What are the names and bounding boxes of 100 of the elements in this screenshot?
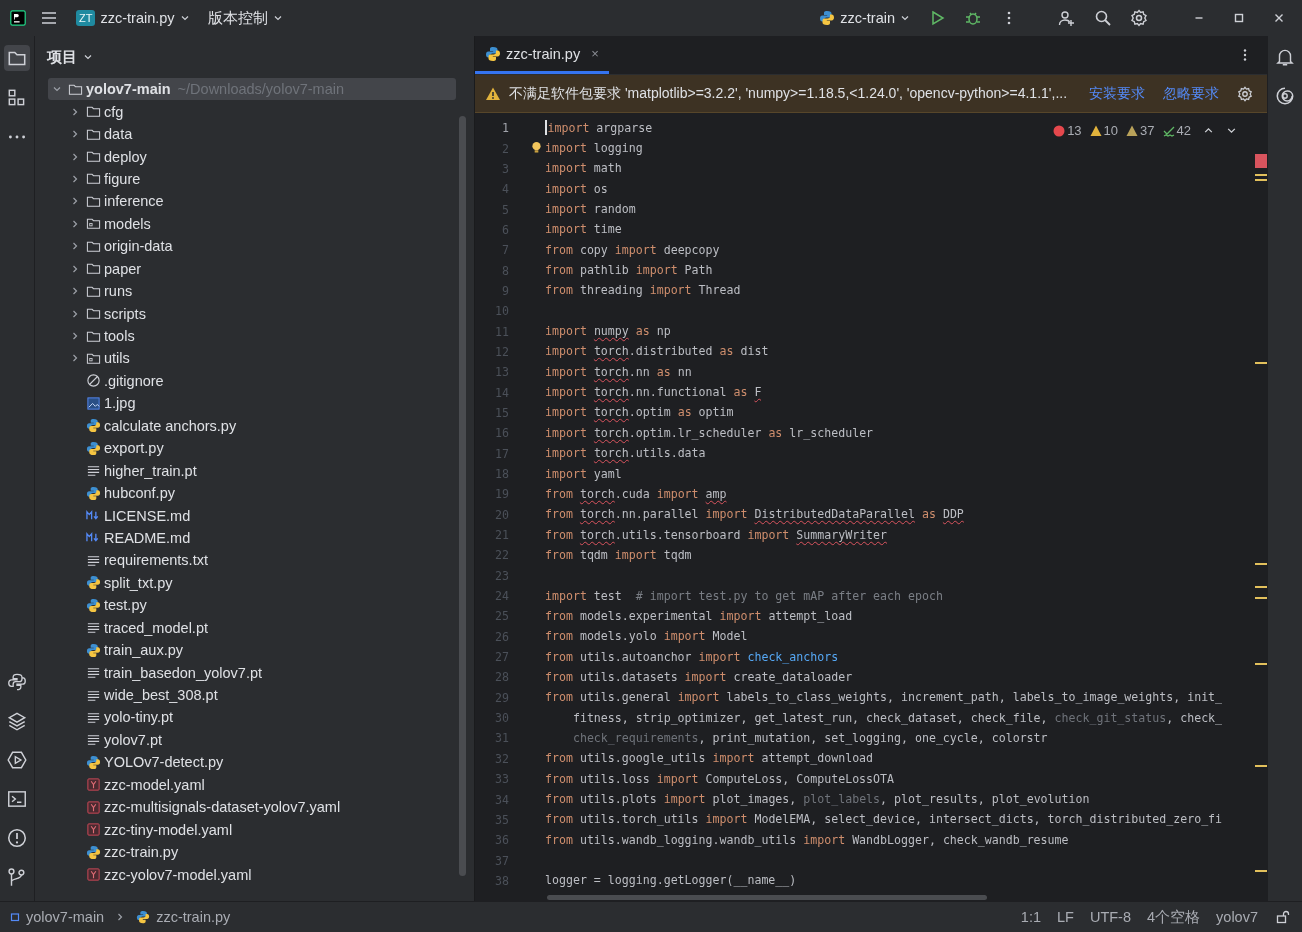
inspection-count[interactable]: 37	[1126, 123, 1155, 138]
tree-item[interactable]: paper	[48, 257, 456, 280]
tree-item[interactable]: cfg	[48, 100, 456, 123]
maximize-icon[interactable]	[1232, 11, 1246, 25]
status-item[interactable]: UTF-8	[1089, 909, 1131, 925]
code-token: ComputeLoss, ComputeLossOTA	[704, 771, 895, 786]
run-config-selector[interactable]: zzc-train	[815, 6, 914, 30]
tree-item[interactable]: export.py	[48, 437, 456, 460]
code-token: .utils.data	[628, 446, 706, 461]
tree-item[interactable]: higher_train.pt	[48, 459, 456, 482]
tree-item[interactable]: deploy	[48, 145, 456, 168]
app-logo-icon[interactable]	[10, 10, 26, 26]
code-token: import	[545, 466, 587, 481]
tree-item[interactable]: yolo-tiny.pt	[48, 706, 456, 729]
settings-icon[interactable]	[1130, 9, 1148, 27]
tree-item[interactable]: figure	[48, 167, 456, 191]
tree-item[interactable]: train_aux.py	[48, 638, 456, 662]
tree-item[interactable]: origin-data	[48, 235, 456, 258]
chevron-right-icon[interactable]	[70, 286, 80, 297]
project-folder-icon[interactable]	[4, 45, 30, 71]
code-token: import	[545, 202, 587, 217]
status-item[interactable]: LF	[1057, 909, 1074, 925]
code-token: import	[614, 242, 657, 257]
inspection-count[interactable]: 42	[1162, 123, 1191, 138]
chevron-right-icon[interactable]	[70, 263, 80, 274]
problems-icon[interactable]	[5, 826, 29, 850]
tree-item[interactable]: inference	[48, 190, 456, 213]
status-item[interactable]: yolov7	[1216, 909, 1258, 925]
lock-icon[interactable]	[1276, 910, 1290, 924]
banner-link[interactable]: 忽略要求	[1163, 84, 1219, 103]
scrollbar[interactable]	[459, 116, 466, 876]
scrollbar[interactable]	[547, 895, 987, 900]
tree-item[interactable]: test.py	[48, 594, 456, 617]
breadcrumb-item[interactable]: zzc-train.py	[156, 909, 231, 925]
code-token: dist	[739, 344, 769, 359]
tree-item[interactable]: hubconf.py	[48, 481, 456, 505]
add-user-icon[interactable]	[1058, 9, 1076, 27]
code-token: torch	[593, 425, 629, 440]
chevron-right-icon[interactable]	[70, 151, 80, 162]
chevron-right-icon[interactable]	[70, 106, 80, 117]
chevron-right-icon[interactable]	[70, 129, 80, 140]
code-token: , print_mutation, set_logging, one_cycle, colorstr	[698, 731, 1048, 745]
python-file-icon	[86, 597, 101, 613]
tree-item[interactable]: data	[48, 122, 456, 146]
chevron-right-icon[interactable]	[70, 173, 80, 184]
tree-item[interactable]: utils	[48, 347, 456, 370]
tree-item[interactable]: split_txt.py	[48, 571, 456, 595]
breadcrumb-item[interactable]: yolov7-main	[26, 909, 105, 925]
tree-item[interactable]: YOLOv7-detect.py	[48, 751, 456, 774]
tree-item[interactable]: yolov7.pt	[48, 728, 456, 752]
typo-icon	[1162, 124, 1175, 137]
chevron-right-icon[interactable]	[70, 331, 80, 342]
code-token: from	[545, 771, 573, 786]
weak-icon	[1126, 124, 1139, 137]
inspection-count[interactable]: 13	[1053, 123, 1082, 138]
tree-item[interactable]: zzc-tiny-model.yaml	[48, 818, 456, 841]
status-item[interactable]: 4个空格	[1147, 907, 1201, 927]
folder-icon	[86, 261, 101, 277]
vcs-menu[interactable]: 版本控制	[203, 4, 287, 32]
tree-item[interactable]: README.md	[48, 526, 456, 550]
tree-item[interactable]: wide_best_308.pt	[48, 683, 456, 707]
text-caret	[545, 120, 547, 136]
tree-item[interactable]: 1.jpg	[48, 392, 456, 415]
tree-item[interactable]: train_basedon_yolov7.pt	[48, 661, 456, 684]
search-icon[interactable]	[1094, 9, 1112, 27]
tree-item[interactable]: requirements.txt	[48, 549, 456, 572]
chevron-right-icon[interactable]	[70, 218, 80, 229]
tree-item[interactable]: zzc-model.yaml	[48, 773, 456, 796]
inspection-count[interactable]: 10	[1089, 123, 1119, 138]
project-view-selector[interactable]: 项目	[45, 45, 95, 69]
chevron-right-icon[interactable]	[70, 308, 80, 319]
tree-item[interactable]: zzc-yolov7-model.yaml	[48, 863, 456, 886]
tree-item[interactable]: runs	[48, 279, 456, 303]
code-token: pathlib	[578, 263, 630, 278]
menu-icon[interactable]	[40, 9, 58, 27]
code-token: import	[712, 751, 755, 766]
tree-item[interactable]: calculate anchors.py	[48, 414, 456, 437]
tree-item[interactable]: tools	[48, 324, 456, 348]
ignore-file-icon	[86, 373, 101, 389]
banner-link[interactable]: 安装要求	[1089, 84, 1145, 103]
code-token: from	[545, 669, 573, 684]
code-token: amp	[705, 486, 727, 501]
line-number: 1	[501, 121, 509, 136]
code-token: from	[545, 283, 573, 298]
chevron-right-icon[interactable]	[70, 353, 80, 364]
tree-item[interactable]: zzc-train.py	[48, 840, 456, 864]
status-item[interactable]: 1:1	[1020, 909, 1041, 925]
tree-item[interactable]: .gitignore	[48, 369, 456, 393]
tree-item[interactable]: models	[48, 212, 456, 236]
tree-item[interactable]: scripts	[48, 302, 456, 325]
lightbulb-icon[interactable]	[531, 141, 542, 154]
caret-icon	[272, 13, 283, 23]
settings-icon[interactable]	[1237, 85, 1253, 102]
chevron-right-icon[interactable]	[70, 196, 80, 207]
tree-item[interactable]: zzc-multisignals-dataset-yolov7.yaml	[48, 796, 456, 819]
tab-close-button[interactable]: ×	[591, 46, 599, 61]
project-switcher[interactable]: ZT zzc-train.py	[72, 6, 194, 30]
chevron-right-icon[interactable]	[70, 241, 80, 252]
tree-item[interactable]: LICENSE.md	[48, 504, 456, 527]
tree-item[interactable]: traced_model.pt	[48, 616, 456, 639]
